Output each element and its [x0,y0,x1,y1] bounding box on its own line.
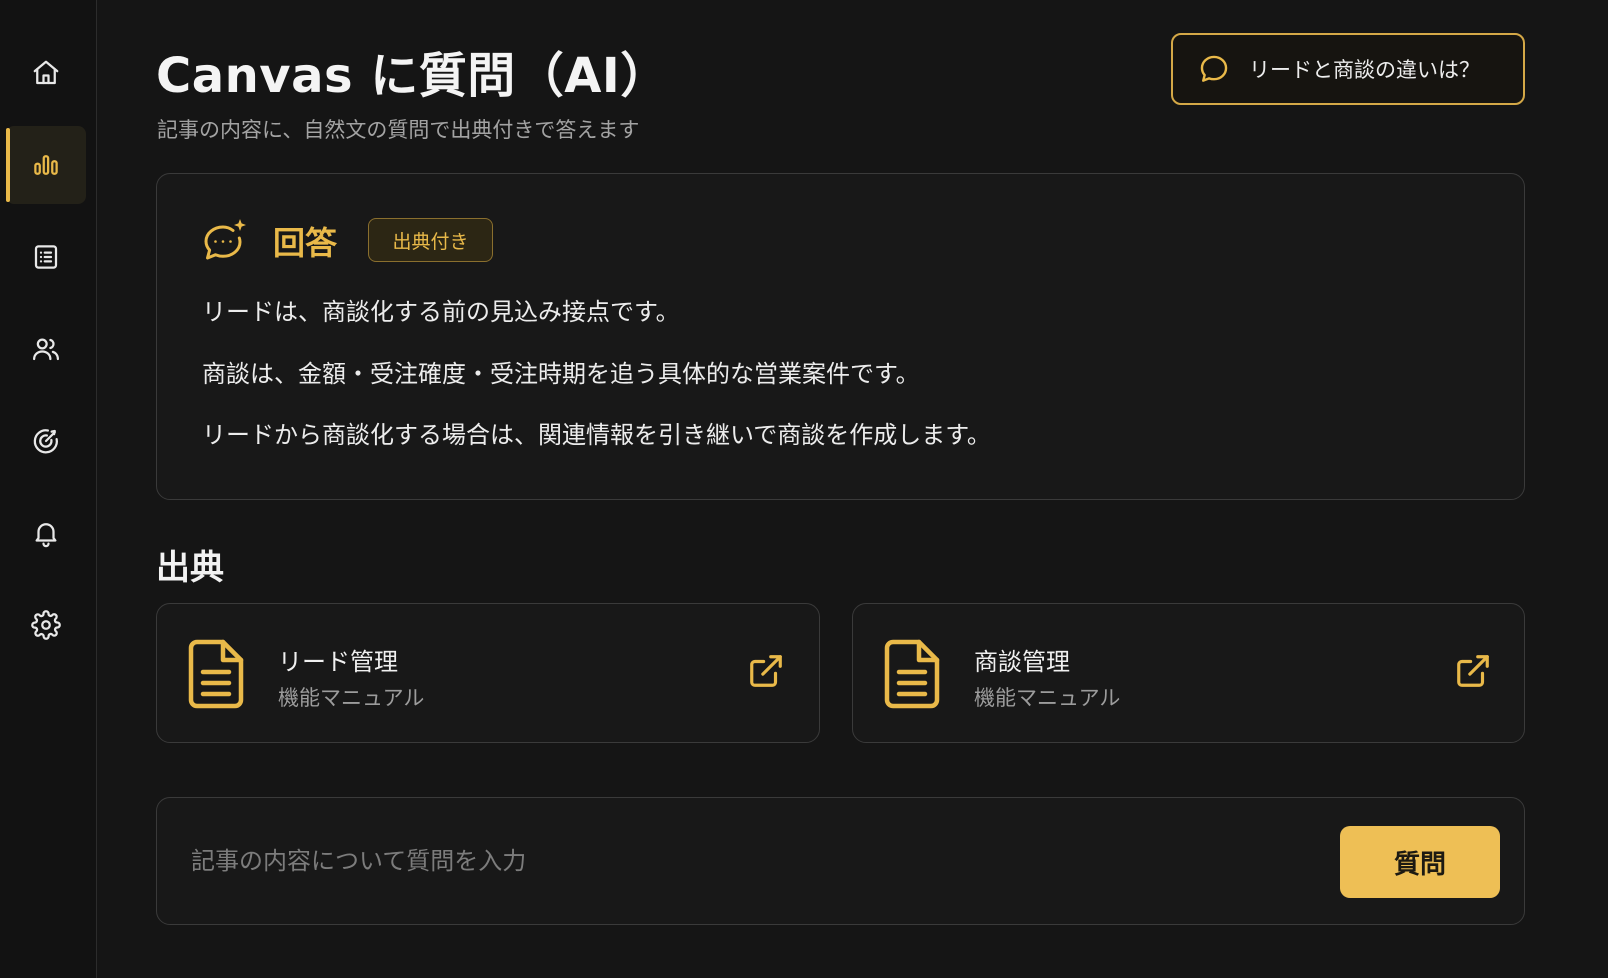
question-input-bar: 質問 [156,797,1525,925]
answer-card: 回答 出典付き リードは、商談化する前の見込み接点です。 商談は、金額・受注確度… [156,173,1525,500]
answer-line-1: リードは、商談化する前の見込み接点です。 [202,298,680,326]
question-input[interactable] [189,826,1299,896]
source-card-lead[interactable]: リード管理 機能マニュアル [156,603,820,743]
document-icon [188,639,244,709]
answer-line-3: リードから商談化する場合は、関連情報を引き継いで商談を作成します。 [202,421,991,449]
page-subtitle: 記事の内容に、自然文の質問で出典付きで答えます [157,118,640,142]
gear-icon [31,610,61,640]
answer-line-2: 商談は、金額・受注確度・受注時期を追う具体的な営業案件です。 [202,360,920,388]
bar-chart-icon [34,155,58,175]
sidebar-item-users[interactable] [6,310,86,388]
external-link-icon[interactable] [747,652,785,690]
source-subtitle: 機能マニュアル [974,686,1121,710]
sidebar-item-settings[interactable] [6,586,86,664]
home-icon [33,60,59,85]
suggested-question-text: リードと商談の違いは？ [1249,58,1480,82]
list-icon [34,245,58,269]
sidebar [0,0,97,978]
document-icon [884,639,940,709]
external-link-icon[interactable] [1454,652,1492,690]
ai-chat-sparkle-icon [204,219,246,260]
source-card-deal[interactable]: 商談管理 機能マニュアル [852,603,1525,743]
page-title: Canvas に質問（AI） [156,48,669,104]
source-subtitle: 機能マニュアル [278,686,425,710]
source-title: リード管理 [278,648,398,676]
sidebar-item-home[interactable] [6,34,86,112]
bell-icon [35,523,57,548]
sidebar-item-notifications[interactable] [6,494,86,572]
answer-title: 回答 [273,224,338,262]
app-root: Canvas に質問（AI） 記事の内容に、自然文の質問で出典付きで答えます リ… [0,0,1608,978]
suggested-question-chip[interactable]: リードと商談の違いは？ [1171,33,1525,105]
sidebar-item-analytics[interactable] [6,126,86,204]
sidebar-item-goals[interactable] [6,402,86,480]
source-badge: 出典付き [368,218,493,262]
chat-bubble-icon [1200,55,1228,82]
sidebar-item-list[interactable] [6,218,86,296]
ask-button[interactable]: 質問 [1340,826,1500,898]
target-icon [33,429,58,454]
sources-heading: 出典 [156,548,224,588]
source-title: 商談管理 [974,648,1070,676]
users-icon [33,338,59,361]
